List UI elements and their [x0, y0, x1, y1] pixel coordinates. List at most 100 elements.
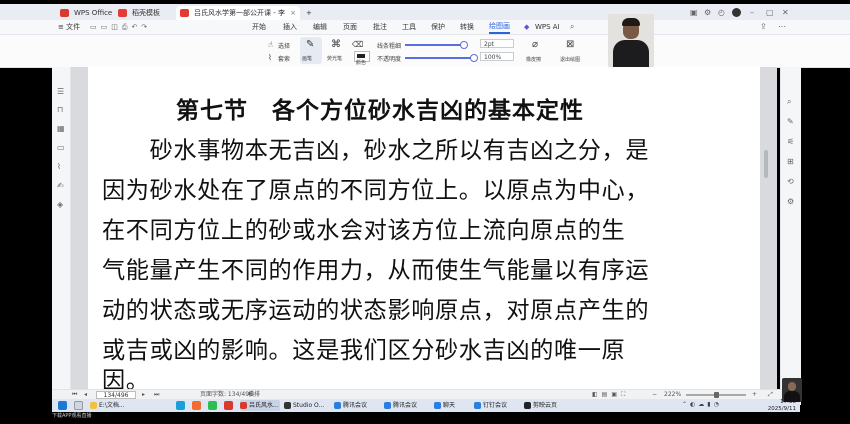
- settings-icon[interactable]: ⚙: [704, 8, 711, 17]
- eraser-tool-icon[interactable]: ⌫: [352, 40, 363, 49]
- page-number-input[interactable]: 134/496: [96, 391, 136, 399]
- webcam-overlay: [608, 14, 654, 70]
- minimize-icon[interactable]: –: [750, 8, 754, 17]
- tray-icons[interactable]: ⌃◐☁▮◔: [682, 401, 722, 408]
- taskbar-item-wps[interactable]: 吕氏风水...: [240, 400, 280, 411]
- color-swatch: [357, 54, 365, 58]
- document-canvas[interactable]: 第七节 各个方位砂水吉凶的基本定性 砂水事物本无吉凶，砂水之所以有吉凶之分，是 …: [71, 67, 777, 394]
- thumbnail-icon[interactable]: ▦: [57, 124, 65, 133]
- footer-caption: 下载APP观看直播: [52, 413, 92, 419]
- opacity-select[interactable]: 100%: [480, 52, 514, 61]
- bookmark-icon[interactable]: ⊓: [57, 105, 63, 114]
- zoom-knob[interactable]: [714, 392, 719, 398]
- avatar[interactable]: [732, 8, 741, 17]
- app-icon[interactable]: [224, 401, 233, 410]
- pen-icon: ✎: [306, 39, 315, 50]
- section-heading: 第七节 各个方位砂水吉凶的基本定性: [176, 97, 584, 124]
- tab-wps-office[interactable]: WPS Office: [56, 6, 112, 20]
- menu-comment[interactable]: 批注: [373, 20, 387, 34]
- vertical-scrollbar[interactable]: [764, 150, 768, 178]
- menu-tools[interactable]: 工具: [402, 20, 416, 34]
- menu-draw[interactable]: 绘图画: [489, 20, 510, 34]
- taskbar-item-dingtalk[interactable]: 钉钉会议: [474, 400, 520, 411]
- size-select[interactable]: 2pt: [480, 39, 514, 48]
- layout-icon[interactable]: ▣: [690, 8, 698, 17]
- tab-docer[interactable]: 稻壳模板: [114, 6, 174, 20]
- filter-icon[interactable]: ⚟: [787, 137, 794, 146]
- highlighter-label: 荧光笔: [327, 56, 343, 62]
- meeting-icon: [384, 402, 391, 409]
- menu-start[interactable]: 开始: [252, 20, 266, 34]
- search-icon[interactable]: ⌕: [570, 22, 574, 32]
- taskbar-item-meeting-1[interactable]: 腾讯会议: [334, 400, 380, 411]
- taskbar-item-meeting-2[interactable]: 腾讯会议: [384, 400, 430, 411]
- new-tab-button[interactable]: +: [302, 6, 318, 20]
- more-icon[interactable]: ⋯: [778, 22, 786, 31]
- wps-ai-button[interactable]: WPS AI: [535, 20, 560, 34]
- comment-icon[interactable]: ▭: [57, 143, 65, 152]
- pen-tool-button[interactable]: ✎ 画笔: [300, 37, 322, 64]
- menu-insert[interactable]: 插入: [283, 20, 297, 34]
- tab-document[interactable]: 吕氏风水学第一部公开课 - 李 ×: [176, 6, 300, 20]
- wps-logo-icon: [60, 9, 69, 17]
- docer-logo-icon: [118, 9, 127, 17]
- close-tab-icon[interactable]: ×: [290, 6, 296, 20]
- opacity-slider[interactable]: [405, 54, 478, 62]
- tools-icon[interactable]: ⊞: [787, 157, 794, 166]
- taskbar-item-explorer[interactable]: E:\文档...: [90, 400, 130, 411]
- file-menu[interactable]: ≡ 文件: [58, 20, 80, 34]
- taskbar-item-chat[interactable]: 聊天: [434, 400, 470, 411]
- menu-edit[interactable]: 编辑: [313, 20, 327, 34]
- studio-icon: [284, 402, 291, 409]
- bottom-border: [0, 412, 850, 424]
- exit-draw-icon[interactable]: ⊠: [566, 39, 574, 50]
- history-icon[interactable]: ◴: [718, 8, 725, 17]
- menu-page[interactable]: 页面: [343, 20, 357, 34]
- layers-icon[interactable]: ◈: [57, 200, 63, 209]
- rotate-icon[interactable]: ⟲: [787, 177, 794, 186]
- color-label: 颜色: [356, 60, 367, 66]
- taskbar-item-studio[interactable]: Studio O...: [284, 400, 330, 411]
- maximize-icon[interactable]: ▢: [766, 8, 774, 17]
- zoom-icon[interactable]: ⌕: [787, 97, 791, 107]
- draw-ribbon: ☝ 选择 ⌇ 套索 ✎ 画笔 ⌘ 荧光笔 ⌫ 颜色 线条粗细 不透明度 2pt …: [0, 35, 850, 68]
- transparency-label: 不透明度: [377, 56, 402, 63]
- meeting-icon: [334, 402, 341, 409]
- taskbar-item-capcut[interactable]: 剪映云页: [524, 400, 570, 411]
- paragraph-line: 因为砂水处在了原点的不同方位上。以原点为中心，: [102, 177, 650, 204]
- search-taskbar-icon[interactable]: [74, 401, 83, 410]
- exit-draw-label[interactable]: 退出绘图: [560, 56, 580, 63]
- opacity-knob[interactable]: [470, 54, 478, 62]
- outline-icon[interactable]: ☰: [57, 87, 64, 96]
- capcut-icon: [524, 402, 531, 409]
- menu-convert[interactable]: 转换: [460, 20, 474, 34]
- dingtalk-icon: [474, 402, 481, 409]
- share-icon[interactable]: ⇪: [760, 22, 767, 31]
- wps-ai-icon: ◆: [524, 23, 530, 31]
- start-icon[interactable]: [58, 401, 67, 410]
- panel-settings-icon[interactable]: ⚙: [787, 197, 794, 206]
- window-controls: ▣ ⚙ ◴ – ▢ ✕: [690, 8, 798, 18]
- menu-protect[interactable]: 保护: [431, 20, 445, 34]
- highlighter-icon: ⌘: [331, 39, 341, 50]
- edge-icon[interactable]: [176, 401, 185, 410]
- wps-task-icon: [240, 402, 247, 409]
- select-tool-icon[interactable]: ☝: [268, 40, 273, 49]
- stroke-width-slider[interactable]: [405, 41, 468, 49]
- browser-icon[interactable]: [192, 401, 201, 410]
- lasso-tool-icon[interactable]: ⌇: [268, 53, 272, 62]
- highlighter-tool-button[interactable]: ⌘ 荧光笔: [325, 37, 347, 64]
- presenter-hair: [622, 18, 640, 26]
- select-tool-label[interactable]: 选择: [278, 41, 290, 50]
- eraser-icon[interactable]: ⌀: [532, 39, 538, 50]
- folder-icon: [90, 402, 97, 409]
- lasso-tool-label[interactable]: 套索: [278, 54, 290, 63]
- wechat-icon[interactable]: [208, 401, 217, 410]
- paragraph-line: 气能量产生不同的作用力，从而使生气能量以有序运: [102, 257, 650, 284]
- attachment-icon[interactable]: ⌇: [57, 162, 61, 171]
- edit-icon[interactable]: ✎: [787, 117, 794, 126]
- stroke-width-knob[interactable]: [460, 41, 468, 49]
- close-window-icon[interactable]: ✕: [782, 8, 789, 17]
- signature-icon[interactable]: ✍: [57, 181, 64, 190]
- eraser-label[interactable]: 橡皮擦: [526, 56, 541, 63]
